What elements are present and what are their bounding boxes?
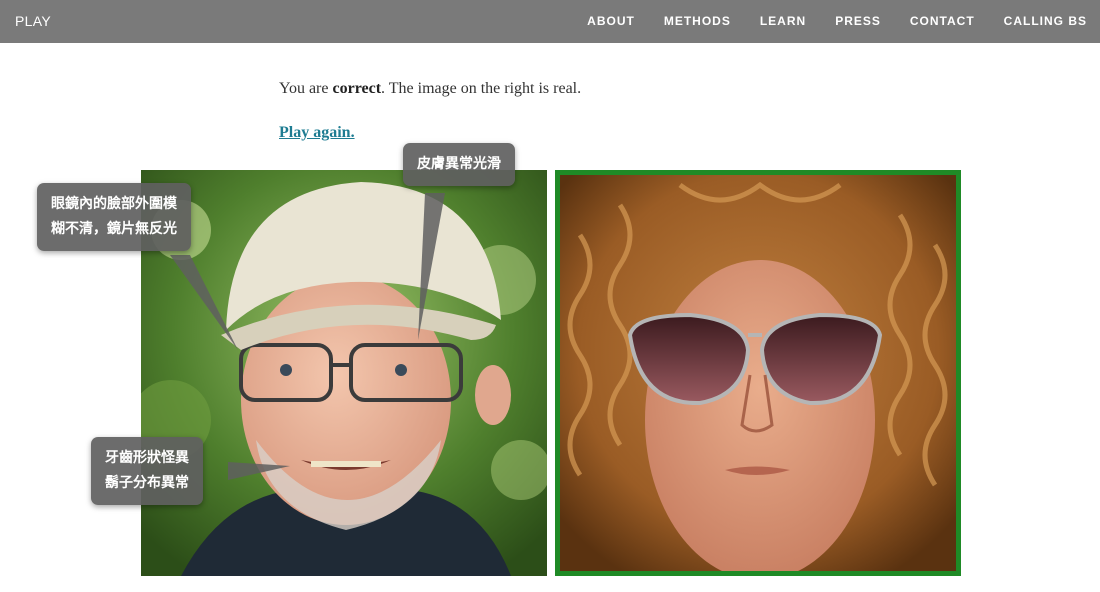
nav-calling-bs[interactable]: CALLING BS — [1004, 14, 1087, 28]
play-again-link[interactable]: Play again. — [279, 124, 355, 142]
annotation-glasses-line-1: 眼鏡內的臉部外圍模 — [51, 196, 177, 212]
annotation-teeth-beard: 牙齒形狀怪異 鬍子分布異常 — [91, 437, 203, 505]
nav-learn[interactable]: LEARN — [760, 14, 806, 28]
result-suffix: . The image on the right is real. — [381, 80, 582, 97]
annotation-glasses-blur: 眼鏡內的臉部外圍模 糊不清，鏡片無反光 — [37, 183, 191, 251]
annotation-teeth-line-2: 鬍子分布異常 — [105, 475, 189, 491]
annotation-skin-line: 皮膚異常光滑 — [417, 156, 501, 172]
real-face-image[interactable] — [555, 170, 961, 576]
result-verdict: correct — [332, 80, 382, 97]
real-face-illustration — [560, 175, 956, 571]
result-message: You are correct. The image on the right … — [279, 80, 581, 98]
nav-menu: ABOUT METHODS LEARN PRESS CONTACT CALLIN… — [558, 14, 1087, 28]
top-nav-bar: PLAY ABOUT METHODS LEARN PRESS CONTACT C… — [0, 0, 1100, 43]
brand-link-play[interactable]: PLAY — [15, 13, 51, 29]
result-prefix: You are — [279, 80, 333, 97]
fake-face-illustration — [141, 170, 547, 576]
annotation-teeth-line-1: 牙齒形狀怪異 — [105, 450, 189, 466]
nav-contact[interactable]: CONTACT — [910, 14, 975, 28]
nav-press[interactable]: PRESS — [835, 14, 881, 28]
fake-face-image[interactable] — [141, 170, 547, 576]
annotation-smooth-skin: 皮膚異常光滑 — [403, 143, 515, 186]
nav-methods[interactable]: METHODS — [664, 14, 731, 28]
nav-about[interactable]: ABOUT — [587, 14, 635, 28]
annotation-glasses-line-2: 糊不清，鏡片無反光 — [51, 221, 177, 237]
